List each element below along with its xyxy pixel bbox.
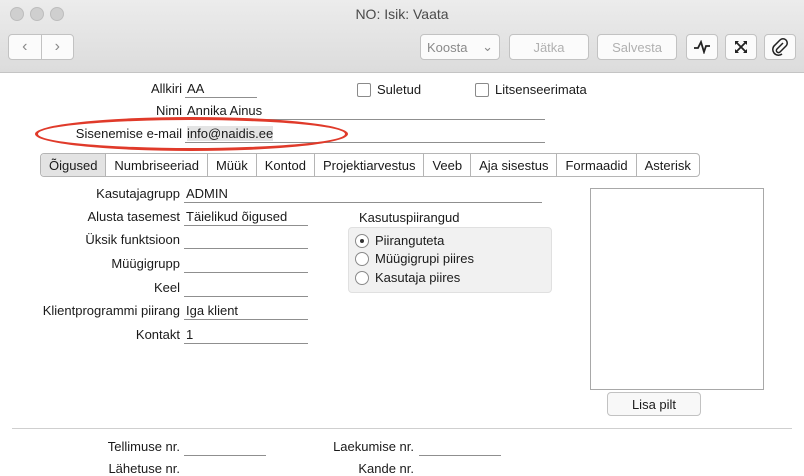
entry-label: Kande nr.: [358, 461, 414, 476]
save-label: Salvesta: [612, 39, 662, 55]
activity-button[interactable]: [686, 34, 718, 60]
back-button[interactable]: ‹: [9, 35, 41, 59]
usergroup-field[interactable]: ADMIN: [184, 186, 542, 203]
tab-asterisk[interactable]: Asterisk: [635, 154, 699, 176]
dispatch-label: Lähetuse nr.: [108, 461, 180, 476]
unlicensed-checkbox[interactable]: Litsenseerimata: [475, 82, 587, 97]
contact-label: Kontakt: [135, 327, 180, 342]
create-dropdown[interactable]: Koosta ⌄: [420, 34, 500, 60]
radio-no-restrictions[interactable]: Piiranguteta: [355, 233, 444, 248]
radio-label: Kasutaja piires: [375, 270, 461, 285]
name-label: Nimi: [156, 103, 182, 118]
picture-box[interactable]: [590, 188, 764, 390]
radio-label: Müügigrupi piires: [375, 251, 474, 266]
save-button[interactable]: Salvesta: [597, 34, 677, 60]
tab-sales[interactable]: Müük: [206, 154, 256, 176]
expand-icon: [735, 41, 747, 53]
chevron-left-icon: ‹: [22, 38, 28, 55]
order-label: Tellimuse nr.: [107, 439, 180, 454]
paperclip-icon: [772, 38, 788, 56]
radio-salesgroup[interactable]: Müügigrupi piires: [355, 251, 474, 266]
tab-bar: Õigused Numbriseeriad Müük Kontod Projek…: [40, 153, 700, 177]
tab-number-series[interactable]: Numbriseeriad: [105, 154, 207, 176]
radio-label: Piiranguteta: [375, 233, 445, 248]
chevron-down-icon: ⌄: [482, 39, 493, 54]
restrictions-title: Kasutuspiirangud: [359, 210, 460, 225]
nav-segment: ‹ ›: [8, 34, 74, 60]
continue-label: Jätka: [533, 39, 565, 55]
expand-button[interactable]: [725, 34, 757, 60]
divider: [12, 428, 792, 429]
startlevel-field[interactable]: Täielikud õigused: [184, 209, 308, 226]
radio-user[interactable]: Kasutaja piires: [355, 270, 460, 285]
salesgroup-label: Müügigrupp: [111, 256, 180, 271]
tab-projects[interactable]: Projektiarvestus: [313, 154, 423, 176]
receipt-field[interactable]: [419, 439, 501, 456]
usergroup-label: Kasutajagrupp: [96, 186, 180, 201]
checkbox-icon: [475, 82, 489, 97]
create-label: Koosta: [427, 39, 468, 55]
window-title: NO: Isik: Vaata: [355, 6, 449, 22]
closed-label: Suletud: [377, 82, 422, 97]
radio-selected-icon: [355, 233, 369, 248]
radio-icon: [355, 251, 369, 266]
singlefunc-label: Üksik funktsioon: [85, 232, 180, 247]
salesgroup-field[interactable]: [184, 256, 308, 273]
language-field[interactable]: [184, 280, 308, 297]
activity-icon: [694, 40, 710, 54]
attach-button[interactable]: [764, 34, 796, 60]
window-titlebar: NO: Isik: Vaata ‹ › Koosta ⌄ Jätka Salve…: [0, 0, 804, 73]
checkbox-icon: [357, 82, 371, 97]
chevron-right-icon: ›: [54, 38, 60, 55]
forward-button[interactable]: ›: [40, 35, 74, 59]
signature-label: Allkiri: [150, 81, 182, 96]
closed-checkbox[interactable]: Suletud: [357, 82, 421, 97]
startlevel-label: Alusta tasemest: [87, 209, 181, 224]
tab-rights[interactable]: Õigused: [41, 154, 106, 176]
singlefunc-field[interactable]: [184, 232, 308, 249]
clientlimit-label: Klientprogrammi piirang: [42, 303, 180, 318]
signature-field[interactable]: AA: [185, 81, 257, 98]
continue-button[interactable]: Jätka: [509, 34, 589, 60]
receipt-label: Laekumise nr.: [333, 439, 414, 454]
tab-formats[interactable]: Formaadid: [556, 154, 635, 176]
radio-icon: [355, 270, 369, 285]
unlicensed-label: Litsenseerimata: [495, 82, 587, 97]
contact-field[interactable]: 1: [184, 327, 308, 344]
annotation-ellipse: [35, 117, 348, 151]
clientlimit-field[interactable]: Iga klient: [184, 303, 308, 320]
tab-web[interactable]: Veeb: [423, 154, 470, 176]
add-picture-label: Lisa pilt: [631, 396, 677, 412]
language-label: Keel: [153, 280, 180, 295]
order-field[interactable]: [184, 439, 266, 456]
tab-time-entry[interactable]: Aja sisestus: [470, 154, 556, 176]
tab-accounts[interactable]: Kontod: [255, 154, 314, 176]
add-picture-button[interactable]: Lisa pilt: [607, 392, 701, 416]
